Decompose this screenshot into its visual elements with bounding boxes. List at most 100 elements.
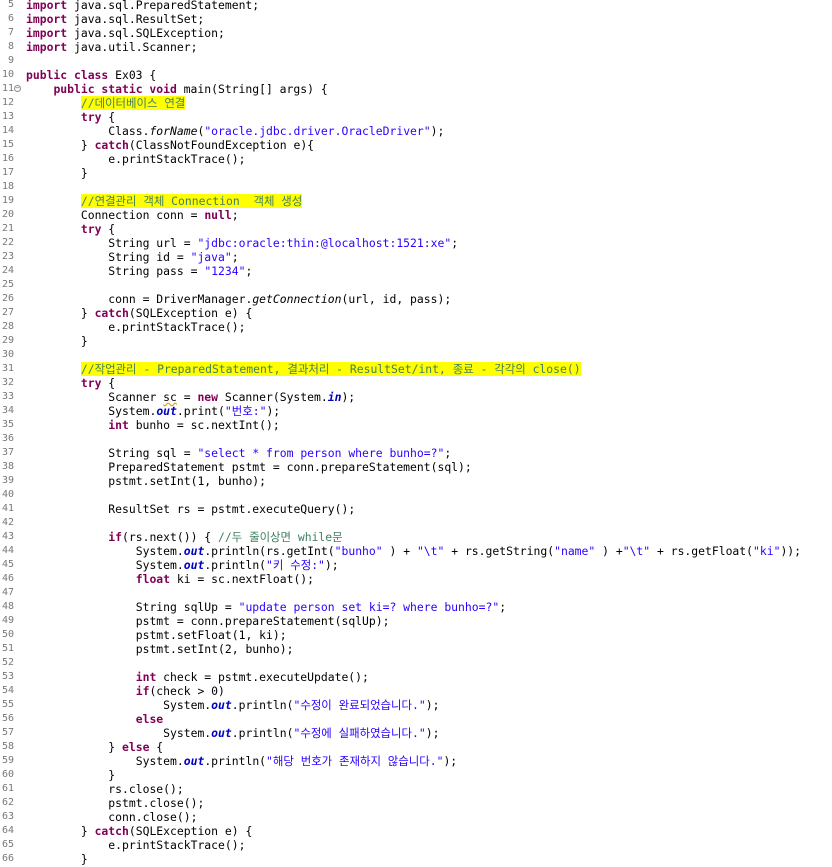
keyword: if xyxy=(108,530,123,544)
code-line[interactable]: 7 import java.sql.SQLException; xyxy=(0,26,832,40)
code-line[interactable]: 35 int bunho = sc.nextInt(); xyxy=(0,418,832,432)
line-number: 23 xyxy=(1,251,14,262)
code-line[interactable]: 63 conn.close(); xyxy=(0,810,832,824)
code-line[interactable]: 27 } catch(SQLException e) { xyxy=(0,306,832,320)
code-line[interactable]: 6 import java.sql.ResultSet; xyxy=(0,12,832,26)
code-line[interactable]: 30 xyxy=(0,348,832,362)
code-token: ); xyxy=(425,726,440,740)
code-text: } catch(SQLException e) { xyxy=(26,824,252,838)
code-line[interactable]: 58 } else { xyxy=(0,740,832,754)
code-line[interactable]: 37 String sql = "select * from person wh… xyxy=(0,446,832,460)
code-line[interactable]: 14 Class.forName("oracle.jdbc.driver.Ora… xyxy=(0,124,832,138)
keyword: import xyxy=(26,12,68,26)
code-line[interactable]: 61 rs.close(); xyxy=(0,782,832,796)
code-line[interactable]: 50 pstmt.setFloat(1, ki); xyxy=(0,628,832,642)
code-token: ResultSet rs = pstmt.executeQuery(); xyxy=(26,502,356,516)
static-field: out xyxy=(211,726,232,740)
code-line[interactable]: 23 String id = "java"; xyxy=(0,250,832,264)
code-token: String url = xyxy=(26,236,198,250)
code-line[interactable]: 43 if(rs.next()) { //두 줄이상면 while문 xyxy=(0,530,832,544)
code-token: (rs.next()) { xyxy=(122,530,219,544)
code-line[interactable]: 60 } xyxy=(0,768,832,782)
code-line[interactable]: 21 try { xyxy=(0,222,832,236)
code-line[interactable]: 48 String sqlUp = "update person set ki=… xyxy=(0,600,832,614)
code-line[interactable]: 32 try { xyxy=(0,376,832,390)
code-line[interactable]: 45 System.out.println("키 수정:"); xyxy=(0,558,832,572)
code-line[interactable]: 16 e.printStackTrace(); xyxy=(0,152,832,166)
code-line[interactable]: 26 conn = DriverManager.getConnection(ur… xyxy=(0,292,832,306)
code-line[interactable]: 56 else xyxy=(0,712,832,726)
code-line[interactable]: 31 //작업관리 - PreparedStatement, 결과처리 - Re… xyxy=(0,362,832,376)
code-line[interactable]: 39 pstmt.setInt(1, bunho); xyxy=(0,474,832,488)
warning-identifier: sc xyxy=(163,390,177,404)
code-text: } catch(ClassNotFoundException e){ xyxy=(26,138,314,152)
code-line[interactable]: 28 e.printStackTrace(); xyxy=(0,320,832,334)
code-line[interactable]: 52 xyxy=(0,656,832,670)
code-line[interactable]: 64 } catch(SQLException e) { xyxy=(0,824,832,838)
code-text: conn.close(); xyxy=(26,810,197,824)
code-line[interactable]: 40 xyxy=(0,488,832,502)
line-number: 34 xyxy=(1,405,14,416)
code-token: Class. xyxy=(26,124,150,138)
code-token: pstmt = conn.prepareStatement(sqlUp); xyxy=(26,614,390,628)
code-line[interactable]: 65 e.printStackTrace(); xyxy=(0,838,832,852)
code-line[interactable]: 5 import java.sql.PreparedStatement; xyxy=(0,0,832,12)
code-line[interactable]: 13 try { xyxy=(0,110,832,124)
line-number: 44 xyxy=(1,545,14,556)
code-line[interactable]: 11− public static void main(String[] args) … xyxy=(0,82,832,96)
code-line[interactable]: 47 xyxy=(0,586,832,600)
code-text: pstmt.setInt(2, bunho); xyxy=(26,642,294,656)
code-line[interactable]: 9 xyxy=(0,54,832,68)
code-line[interactable]: 51 pstmt.setInt(2, bunho); xyxy=(0,642,832,656)
code-line[interactable]: 24 String pass = "1234"; xyxy=(0,264,832,278)
code-line[interactable]: 34 System.out.print("번호:"); xyxy=(0,404,832,418)
code-editor[interactable]: 5 import java.sql.PreparedStatement; 6 impor… xyxy=(0,0,832,867)
code-line[interactable]: 17 } xyxy=(0,166,832,180)
line-number: 39 xyxy=(1,475,14,486)
code-line[interactable]: 8 import java.util.Scanner; xyxy=(0,40,832,54)
code-line[interactable]: 25 xyxy=(0,278,832,292)
code-text: String sqlUp = "update person set ki=? w… xyxy=(26,600,506,614)
static-field: out xyxy=(211,698,232,712)
code-token: System. xyxy=(26,726,212,740)
code-line[interactable]: 66 } xyxy=(0,852,832,866)
code-text: System.out.print("번호:"); xyxy=(26,404,280,418)
code-line[interactable]: 53 int check = pstmt.executeUpdate(); xyxy=(0,670,832,684)
code-line[interactable]: 41 ResultSet rs = pstmt.executeQuery(); xyxy=(0,502,832,516)
code-line[interactable]: 36 xyxy=(0,432,832,446)
code-line[interactable]: 59 System.out.println("해당 번호가 존재하지 않습니다.… xyxy=(0,754,832,768)
code-line[interactable]: 46 float ki = sc.nextFloat(); xyxy=(0,572,832,586)
code-line[interactable]: 19 //연결관리 객체 Connection 객체 생성 xyxy=(0,194,832,208)
keyword: float xyxy=(135,572,171,586)
code-line[interactable]: 62 pstmt.close(); xyxy=(0,796,832,810)
code-line[interactable]: 20 Connection conn = null; xyxy=(0,208,832,222)
code-token: conn = DriverManager. xyxy=(26,292,253,306)
code-token: } xyxy=(26,138,95,152)
code-line[interactable]: 38 PreparedStatement pstmt = conn.prepar… xyxy=(0,460,832,474)
code-line[interactable]: 44 System.out.println(rs.getInt("bunho" … xyxy=(0,544,832,558)
code-line[interactable]: 55 System.out.println("수정이 완료되었습니다."); xyxy=(0,698,832,712)
code-line[interactable]: 10 public class Ex03 { xyxy=(0,68,832,82)
line-number: 46 xyxy=(1,573,14,584)
string-literal: "\t" xyxy=(416,544,445,558)
code-line[interactable]: 54 if(check > 0) xyxy=(0,684,832,698)
code-line[interactable]: 29 } xyxy=(0,334,832,348)
line-number: 59 xyxy=(1,755,14,766)
keyword: try xyxy=(80,110,102,124)
code-line[interactable]: 42 xyxy=(0,516,832,530)
fold-collapse-icon[interactable]: − xyxy=(14,85,21,92)
code-line[interactable]: 18 xyxy=(0,180,832,194)
code-line[interactable]: 33 Scanner sc = new Scanner(System.in); xyxy=(0,390,832,404)
code-text: Class.forName("oracle.jdbc.driver.Oracle… xyxy=(26,124,444,138)
code-line[interactable]: 57 System.out.println("수정에 실패하였습니다."); xyxy=(0,726,832,740)
code-line[interactable]: 22 String url = "jdbc:oracle:thin:@local… xyxy=(0,236,832,250)
code-text: import java.sql.ResultSet; xyxy=(26,12,204,26)
line-number: 26 xyxy=(1,293,14,304)
code-line[interactable]: 15 } catch(ClassNotFoundException e){ xyxy=(0,138,832,152)
code-line[interactable]: 49 pstmt = conn.prepareStatement(sqlUp); xyxy=(0,614,832,628)
code-token: ); xyxy=(425,698,440,712)
keyword: try xyxy=(80,222,102,236)
code-line[interactable]: 12 //데이터베이스 연결 xyxy=(0,96,832,110)
